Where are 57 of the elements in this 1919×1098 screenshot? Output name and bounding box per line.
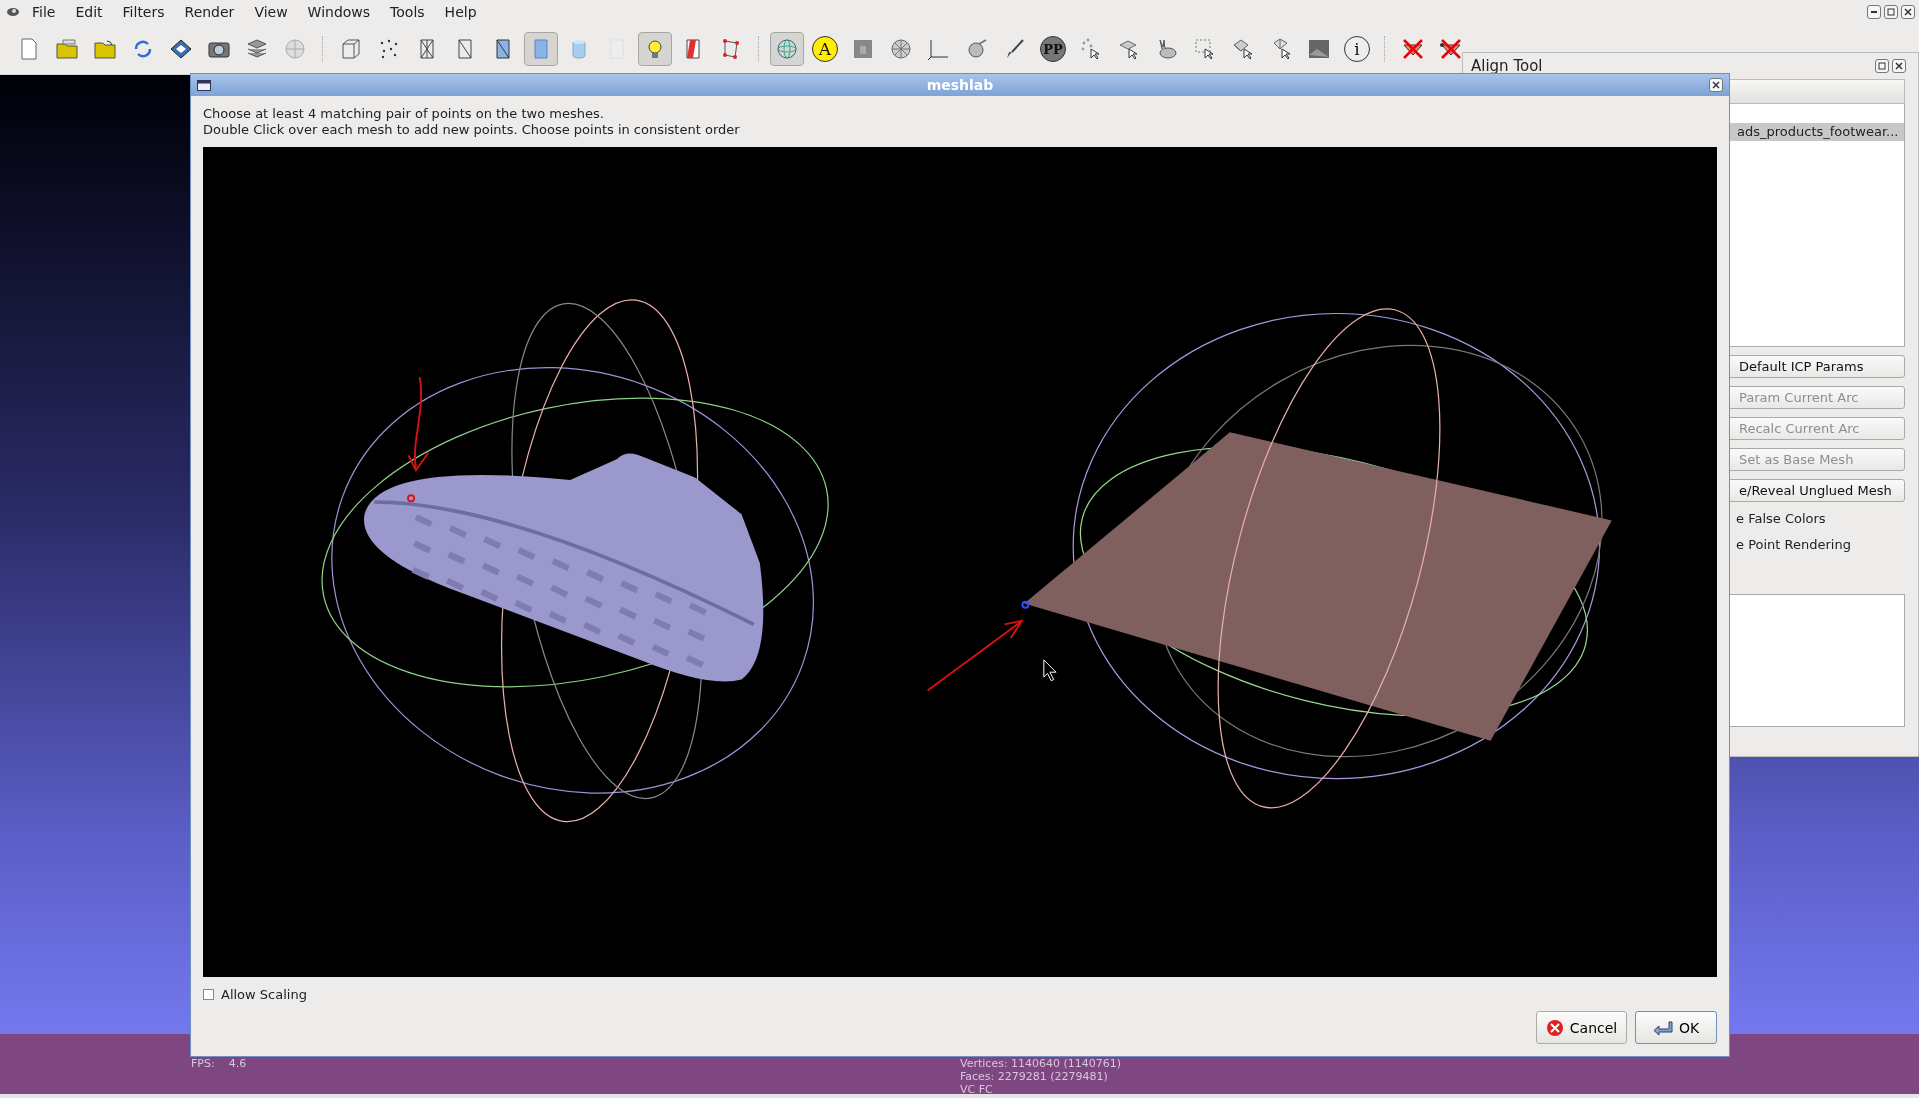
menu-item[interactable]: Help [436, 2, 485, 22]
mesh-select-icon [1231, 37, 1255, 61]
close-button[interactable] [1892, 59, 1906, 73]
picked-point-icon [407, 494, 416, 503]
tape-measure-icon [965, 37, 989, 61]
sphere-icon [889, 37, 913, 61]
menu-item[interactable]: Filters [114, 2, 173, 22]
crossed-triangle-icon [1401, 37, 1425, 61]
globe-icon [283, 37, 307, 61]
ok-button[interactable]: OK [1635, 1011, 1717, 1044]
checkbox-label: Allow Scaling [221, 987, 307, 1002]
menu-item[interactable]: Render [176, 2, 243, 22]
checkbox[interactable] [203, 989, 214, 1000]
close-icon [1904, 8, 1912, 16]
minimize-icon [1870, 8, 1878, 16]
app-logo-icon [6, 5, 20, 19]
toolbar-button[interactable] [638, 32, 672, 66]
close-button[interactable] [1901, 5, 1915, 19]
viewport-canvas[interactable] [203, 147, 1717, 977]
float-button[interactable] [1875, 59, 1889, 73]
square-icon [851, 37, 875, 61]
close-button[interactable] [1709, 78, 1723, 92]
instruction-text: Double Click over each mesh to add new points. Choose points in consistent order [203, 122, 741, 138]
picked-point-icon [1021, 600, 1030, 609]
cancel-icon [1545, 1018, 1564, 1037]
mesh-info-text: VC FC [960, 1083, 994, 1096]
instruction-text: Choose at least 4 matching pair of points on the two meshes. [203, 106, 605, 122]
option-label: e False Colors [1735, 510, 1827, 528]
mesh-info-text: Faces: 2279281 (2279481) [960, 1070, 1109, 1083]
close-icon [1895, 62, 1903, 70]
folder-icon [55, 37, 79, 61]
cube-icon [339, 37, 363, 61]
menu-item[interactable]: Tools [382, 2, 433, 22]
folder-icon [93, 37, 117, 61]
image-icon [1307, 37, 1331, 61]
menu-item[interactable]: View [246, 2, 296, 22]
float-icon [1878, 62, 1886, 70]
trackball-icon [775, 37, 799, 61]
mesh-info-text: Vertices: 1140640 (1140761) [960, 1057, 1122, 1070]
menu-item[interactable]: Windows [299, 2, 379, 22]
restore-icon [1887, 8, 1895, 16]
close-icon [1712, 81, 1720, 89]
crossed-triangle-icon [1439, 37, 1463, 61]
restore-button[interactable] [1884, 5, 1898, 19]
cancel-button[interactable]: Cancel [1536, 1011, 1627, 1044]
dialog-title: meshlab [926, 77, 994, 93]
minimize-button[interactable] [1867, 5, 1881, 19]
cursor-icon [1043, 659, 1057, 682]
window-icon [197, 79, 211, 91]
menu-item[interactable]: File [24, 2, 64, 22]
axes-icon [927, 37, 951, 61]
fps-label: FPS: [191, 1057, 215, 1070]
fps-value: 4.6 [228, 1057, 247, 1070]
panel-title: Align Tool [1471, 57, 1543, 75]
option-label: e Point Rendering [1735, 536, 1852, 554]
enter-arrow-icon [1652, 1019, 1673, 1036]
menu-item[interactable]: Edit [67, 2, 111, 22]
